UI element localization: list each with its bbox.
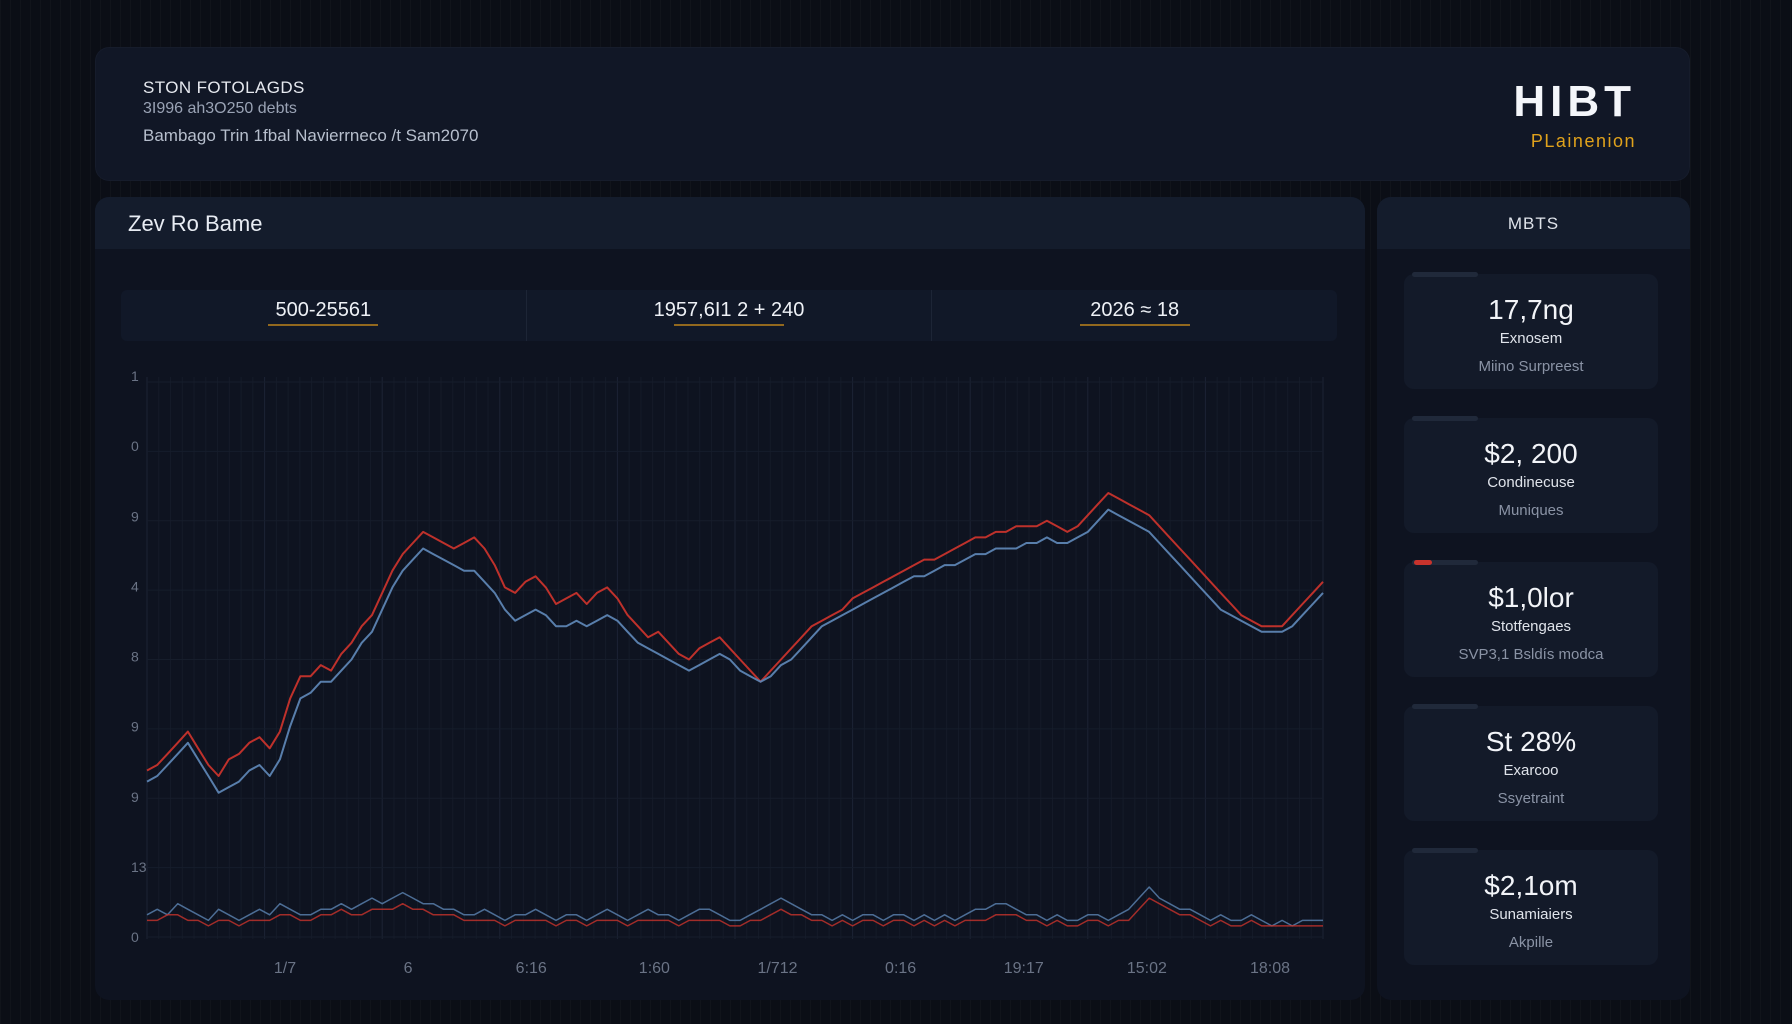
metric-value: St 28% [1485,726,1577,757]
chart-grid [146,377,1324,939]
x-tick-label: 19:17 [1004,960,1044,977]
metric-label: Sunamiaiers [1489,906,1573,923]
x-tick-label: 0:16 [885,960,916,977]
card-tab [1412,704,1478,709]
x-axis-ticks: 1/7 6 6:16 1:60 1/712 0:16 19:17 15:02 18:08 [274,960,1290,977]
header-title: STON FOTOLAGDS [143,78,305,97]
card-tab [1412,848,1478,853]
card-tab [1412,416,1478,421]
y-tick-label: 0 [131,438,139,454]
sidebar-header: MBTS [1377,197,1690,249]
y-axis-ticks: 1 0 9 4 8 9 9 13 0 [131,368,147,945]
y-tick-label: 4 [131,578,139,594]
y-tick-label: 13 [131,859,147,875]
metric-sublabel: Ssyetraint [1497,790,1565,807]
metric-card[interactable]: $2,1om Sunamiaiers Akpille [1404,848,1658,965]
header-description: Bambago Trin 1fbal Navierrneco /t Sam207… [143,126,479,145]
x-tick-label: 1:60 [639,960,670,977]
metric-card[interactable]: $2, 200 Condinecuse Muniques [1404,416,1658,533]
dashboard-header: STON FOTOLAGDS 3I996 ah3O250 debts Bamba… [95,47,1690,181]
metric-label: Stotfengaes [1490,618,1572,635]
y-tick-label: 8 [131,649,139,665]
metric-value: $2, 200 [1484,438,1578,469]
brand-tagline: PLainenion [1530,131,1636,151]
metric-card[interactable]: St 28% Exarcoo Ssyetraint [1404,704,1658,821]
metric-label: Exarcoo [1503,762,1559,779]
card-tab-alert [1412,560,1478,565]
metric-value: $2,1om [1484,870,1578,901]
y-tick-label: 1 [131,368,139,384]
metric-card[interactable]: $1,0lor Stotfengaes SVP3,1 Bsldís modca [1404,560,1658,677]
y-tick-label: 9 [131,789,139,805]
metric-sublabel: Akpille [1508,934,1554,951]
x-tick-label: 1/712 [757,960,797,977]
header-subtitle: 3I996 ah3O250 debts [143,100,297,117]
x-tick-label: 6 [404,960,413,977]
line-chart[interactable]: 1 0 9 4 8 9 9 13 0 1/7 6 6:16 1:60 1/712 0:16 19:17 15:… [95,197,1365,1000]
metric-sublabel: Muniques [1498,502,1564,519]
metric-sublabel: SVP3,1 Bsldís modca [1458,646,1604,663]
x-tick-label: 6:16 [516,960,547,977]
metric-value: 17,7ng [1488,294,1574,325]
x-tick-label: 15:02 [1127,960,1167,977]
chart-panel: Zev Ro Bame 500-25561 1957,6I1 2 + 240 2… [95,197,1365,1000]
y-tick-label: 9 [131,508,139,524]
brand-logo[interactable]: HIBT [1513,77,1636,127]
y-tick-label: 9 [131,719,139,735]
metric-label: Exnosem [1499,330,1563,347]
y-tick-label: 0 [131,929,139,945]
x-tick-label: 18:08 [1250,960,1290,977]
sidebar-title: MBTS [1507,214,1560,233]
metric-sublabel: Miino Surpreest [1478,358,1584,375]
x-tick-label: 1/7 [274,960,296,977]
metric-value: $1,0lor [1488,582,1574,613]
card-tab [1412,272,1478,277]
metric-card[interactable]: 17,7ng Exnosem Miino Surpreest [1404,272,1658,389]
metrics-sidebar: MBTS 17,7ng Exnosem Miino Surpreest $2, … [1377,197,1690,1000]
metric-label: Condinecuse [1487,474,1575,491]
